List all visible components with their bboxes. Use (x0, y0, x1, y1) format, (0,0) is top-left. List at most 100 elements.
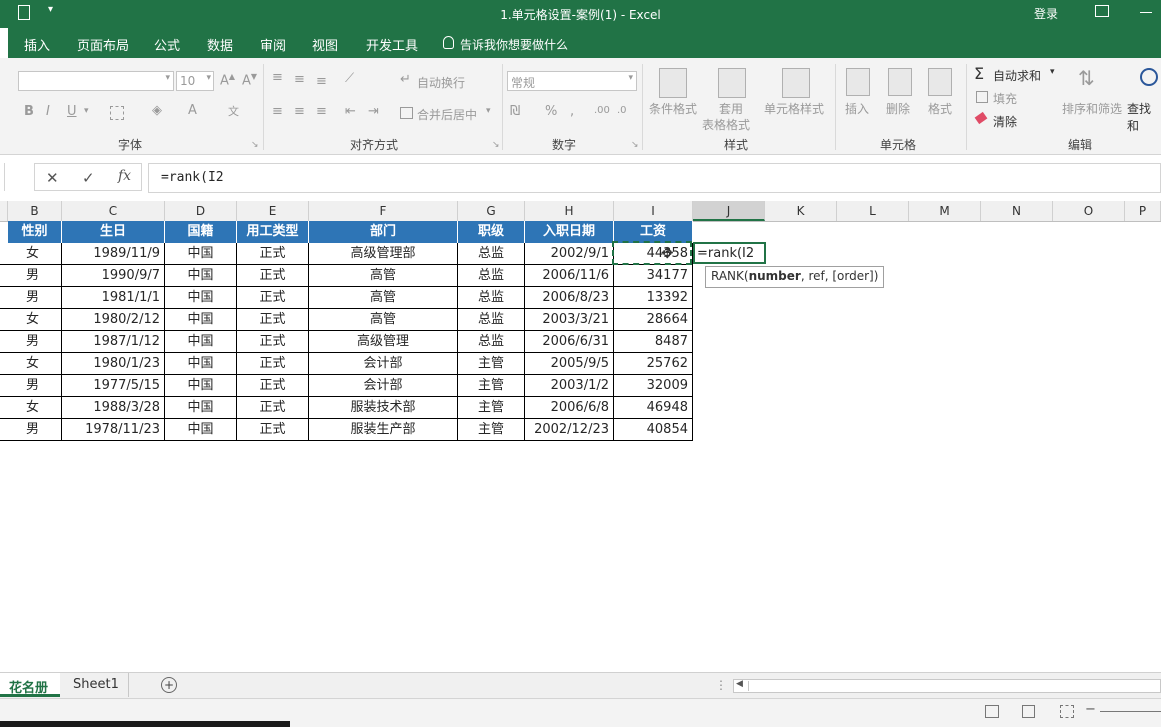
cell-salary[interactable]: 34177 (614, 265, 693, 287)
tab-review[interactable]: 审阅 (260, 35, 286, 54)
name-box-edge[interactable] (0, 163, 5, 191)
worksheet-grid[interactable]: 性别 生日 国籍 用工类型 部门 职级 入职日期 工资 女 1989/11/9 中国 正式 高级管理部… (0, 221, 1161, 671)
orientation-icon[interactable]: ⟋ (345, 71, 354, 86)
cell-employment-type[interactable]: 正式 (237, 265, 309, 287)
cell-birthday[interactable]: 1989/11/9 (62, 243, 165, 265)
italic-icon[interactable]: I (46, 104, 50, 119)
bottom-align-icon[interactable]: ≡ (316, 74, 327, 89)
cell-rank[interactable]: 总监 (458, 309, 525, 331)
cell-hire-date[interactable]: 2002/9/1 (525, 243, 614, 265)
cell-rank[interactable]: 总监 (458, 243, 525, 265)
font-name-dropdown[interactable]: ▾ (18, 71, 174, 91)
cell-gender[interactable]: 女 (0, 397, 62, 419)
split-handle-icon[interactable]: ⋮ (715, 678, 727, 692)
cell-birthday[interactable]: 1980/1/23 (62, 353, 165, 375)
conditional-format-button[interactable]: 条件格式 (649, 100, 697, 117)
header-gender[interactable]: 性别 (8, 221, 62, 243)
cell-nationality[interactable]: 中国 (165, 331, 237, 353)
sort-filter-button[interactable]: 排序和筛选 (1062, 100, 1122, 117)
cell-gender[interactable]: 男 (0, 331, 62, 353)
cell-rank[interactable]: 主管 (458, 397, 525, 419)
autosum-button[interactable]: 自动求和 (993, 67, 1041, 84)
cell-salary[interactable]: 32009 (614, 375, 693, 397)
increase-decimal-icon[interactable]: .00 (594, 105, 610, 116)
header-employment-type[interactable]: 用工类型 (237, 221, 309, 243)
cell-styles-button[interactable]: 单元格样式 (764, 100, 824, 117)
cell-gender[interactable]: 男 (0, 265, 62, 287)
cell-gender[interactable]: 女 (0, 309, 62, 331)
cell-birthday[interactable]: 1990/9/7 (62, 265, 165, 287)
header-salary[interactable]: 工资 (614, 221, 693, 243)
cell-employment-type[interactable]: 正式 (237, 309, 309, 331)
chevron-down-icon[interactable]: ▾ (84, 106, 89, 116)
number-format-dropdown[interactable]: 常规 ▾ (507, 71, 637, 91)
column-header-p[interactable]: P (1125, 201, 1161, 221)
cell-employment-type[interactable]: 正式 (237, 287, 309, 309)
column-header-h[interactable]: H (525, 201, 614, 221)
tab-data[interactable]: 数据 (207, 35, 233, 54)
cell-department[interactable]: 会计部 (309, 375, 458, 397)
top-align-icon[interactable]: ≡ (272, 70, 283, 85)
find-select-button[interactable]: 查找和 (1127, 100, 1161, 134)
wrap-text-button[interactable]: 自动换行 (417, 74, 465, 91)
tab-developer[interactable]: 开发工具 (366, 35, 418, 54)
cell-nationality[interactable]: 中国 (165, 353, 237, 375)
cell-nationality[interactable]: 中国 (165, 419, 237, 441)
tab-page-layout[interactable]: 页面布局 (77, 35, 129, 54)
increase-font-icon[interactable]: A▲ (220, 72, 235, 88)
cell-employment-type[interactable]: 正式 (237, 243, 309, 265)
cell-hire-date[interactable]: 2003/1/2 (525, 375, 614, 397)
tab-view[interactable]: 视图 (312, 35, 338, 54)
cell-birthday[interactable]: 1980/2/12 (62, 309, 165, 331)
login-link[interactable]: 登录 (1034, 5, 1058, 22)
header-department[interactable]: 部门 (309, 221, 458, 243)
cell-employment-type[interactable]: 正式 (237, 331, 309, 353)
cell-hire-date[interactable]: 2006/8/23 (525, 287, 614, 309)
cell-birthday[interactable]: 1981/1/1 (62, 287, 165, 309)
cell-hire-date[interactable]: 2006/6/31 (525, 331, 614, 353)
cell-gender[interactable]: 男 (0, 419, 62, 441)
cell-rank[interactable]: 主管 (458, 375, 525, 397)
insert-function-icon[interactable]: fx (118, 168, 131, 184)
cell-rank[interactable]: 总监 (458, 287, 525, 309)
cell-department[interactable]: 高级管理部 (309, 243, 458, 265)
font-size-dropdown[interactable]: 10 ▾ (176, 71, 214, 91)
middle-align-icon[interactable]: ≡ (294, 72, 305, 87)
column-header-l[interactable]: L (837, 201, 909, 221)
decrease-indent-icon[interactable]: ⇤ (345, 104, 356, 119)
cell-gender[interactable]: 女 (0, 243, 62, 265)
cell-hire-date[interactable]: 2003/3/21 (525, 309, 614, 331)
zoom-out-icon[interactable]: − (1085, 702, 1096, 717)
tab-formulas[interactable]: 公式 (154, 35, 180, 54)
column-header-m[interactable]: M (909, 201, 981, 221)
page-break-view-icon[interactable] (1060, 705, 1074, 718)
column-header-g[interactable]: G (458, 201, 525, 221)
header-rank[interactable]: 职级 (458, 221, 525, 243)
percent-icon[interactable]: % (545, 104, 557, 119)
insert-cells-button[interactable]: 插入 (845, 100, 869, 117)
cell-department[interactable]: 服装技术部 (309, 397, 458, 419)
cell-rank[interactable]: 总监 (458, 265, 525, 287)
cell-department[interactable]: 高级管理 (309, 331, 458, 353)
align-left-icon[interactable]: ≡ (272, 104, 283, 119)
cell-hire-date[interactable]: 2006/6/8 (525, 397, 614, 419)
sheet-tab-sheet1[interactable]: Sheet1 (73, 677, 119, 692)
cell-birthday[interactable]: 1988/3/28 (62, 397, 165, 419)
column-header-c[interactable]: C (62, 201, 165, 221)
cell-department[interactable]: 会计部 (309, 353, 458, 375)
font-color-icon[interactable]: A (188, 103, 197, 118)
formula-input[interactable]: =rank(I2 (148, 163, 1161, 193)
ribbon-display-options-icon[interactable] (1095, 5, 1109, 17)
chevron-down-icon[interactable]: ▾ (1050, 67, 1055, 77)
cell-salary[interactable]: 13392 (614, 287, 693, 309)
cell-department[interactable]: 高管 (309, 309, 458, 331)
underline-icon[interactable]: U (67, 104, 77, 119)
cell-hire-date[interactable]: 2002/12/23 (525, 419, 614, 441)
cell-gender[interactable]: 男 (0, 287, 62, 309)
column-header-f[interactable]: F (309, 201, 458, 221)
header-hire-date[interactable]: 入职日期 (525, 221, 614, 243)
borders-icon[interactable] (110, 106, 124, 120)
alignment-dialog-launcher-icon[interactable]: ↘ (492, 140, 500, 150)
cell-department[interactable]: 服装生产部 (309, 419, 458, 441)
chevron-down-icon[interactable]: ▾ (486, 106, 491, 116)
